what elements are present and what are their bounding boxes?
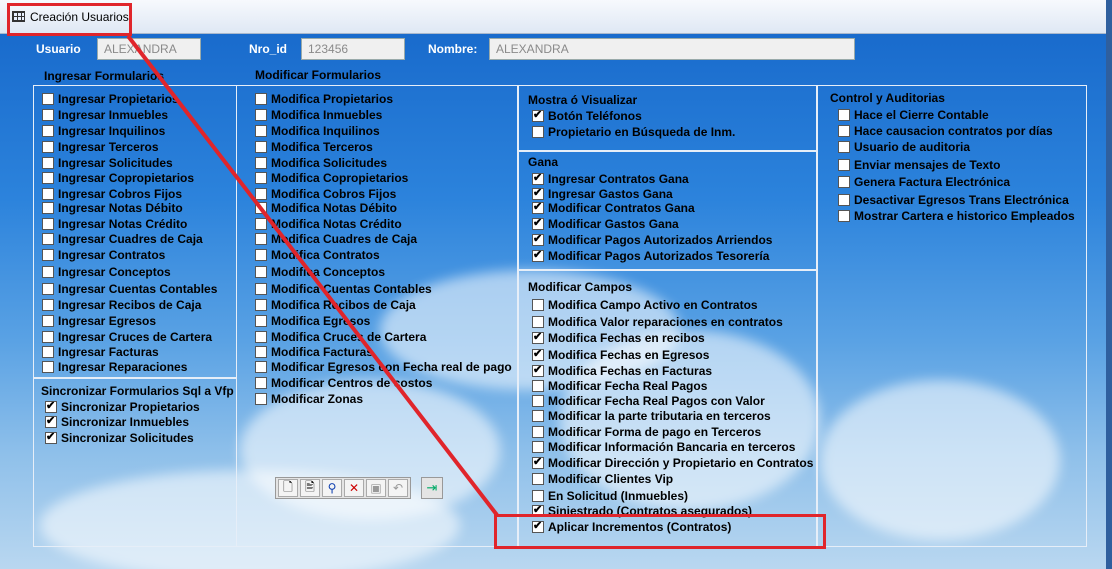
window-right-edge xyxy=(1106,0,1112,569)
main-window: Creación Usuarios Usuario ALEXANDRA Nro_… xyxy=(0,0,1112,569)
annotation-line xyxy=(126,34,499,517)
